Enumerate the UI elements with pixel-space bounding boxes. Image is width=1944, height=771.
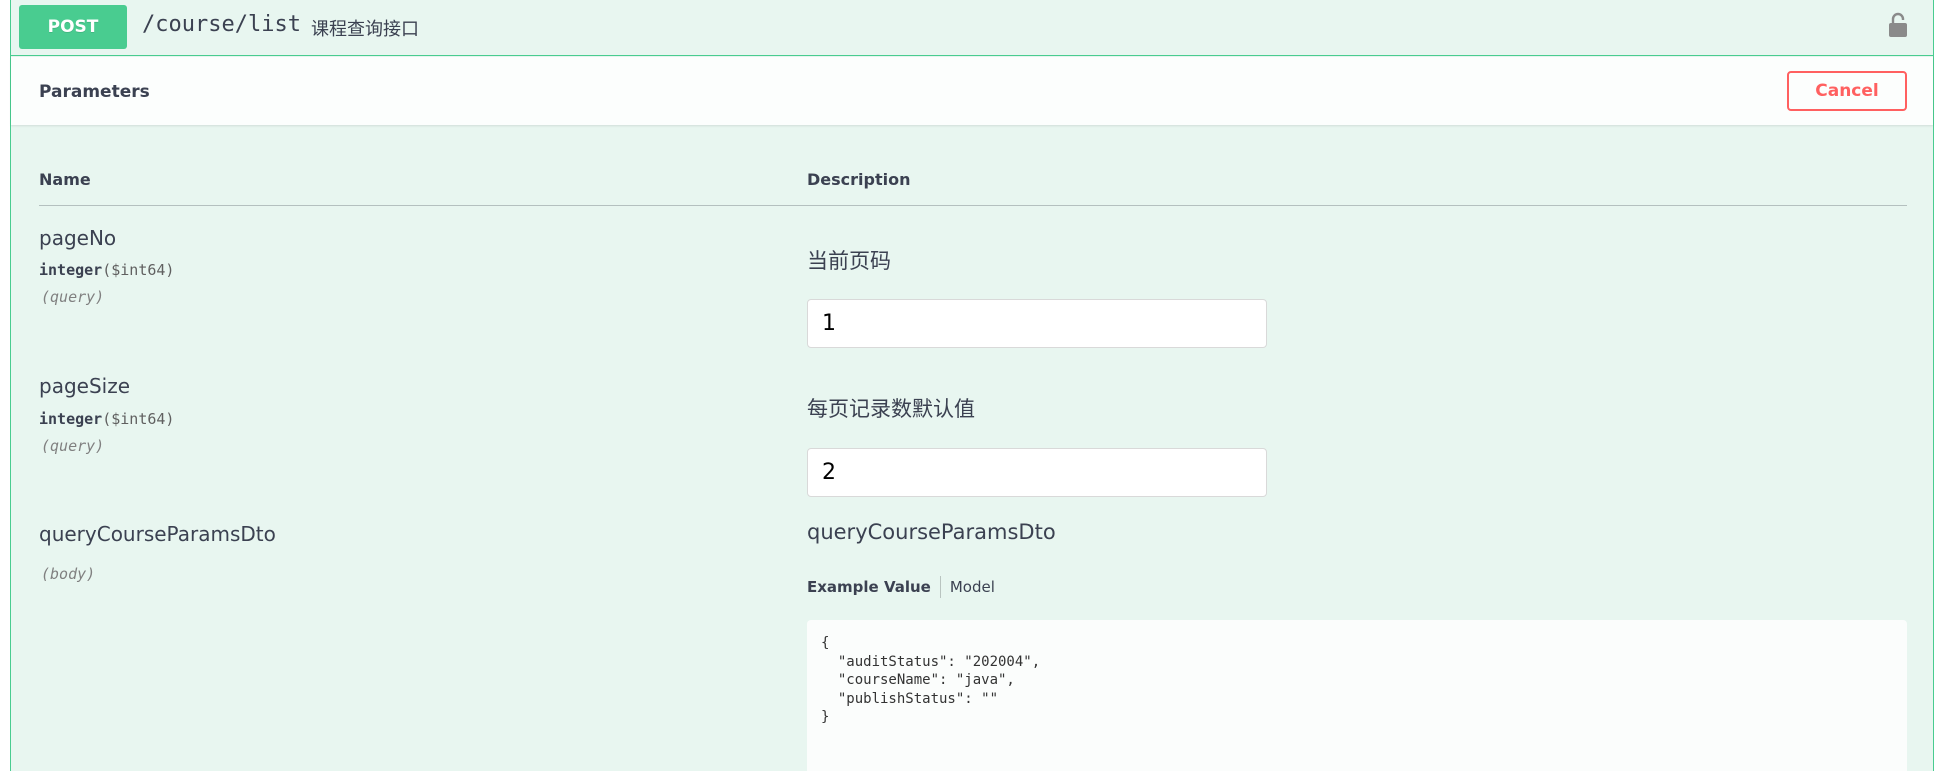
column-header-description: Description — [807, 170, 911, 189]
endpoint-path: /course/list — [142, 12, 301, 37]
param-name: pageNo — [39, 226, 117, 250]
param-location: (body) — [41, 565, 96, 583]
param-type: integer($int64) — [39, 410, 174, 428]
column-header-name: Name — [39, 170, 91, 189]
parameters-title: Parameters — [39, 82, 150, 102]
param-name: pageSize — [39, 374, 131, 398]
param-type-name: integer — [39, 410, 103, 428]
param-description: 每页记录数默认值 — [807, 397, 975, 421]
param-type-format: ($int64) — [102, 410, 175, 428]
operation-summary[interactable]: POST /course/list 课程查询接口 — [11, 0, 1933, 56]
endpoint-description: 课程查询接口 — [311, 19, 419, 40]
example-value-box[interactable]: { "auditStatus": "202004", "courseName":… — [807, 620, 1907, 771]
param-type-format: ($int64) — [102, 261, 175, 279]
tab-model[interactable]: Model — [941, 578, 995, 596]
operation-block: POST /course/list 课程查询接口 Parameters Canc… — [10, 0, 1934, 771]
param-type-name: integer — [39, 261, 103, 279]
pageNo-input[interactable] — [807, 299, 1267, 348]
example-value-code: { "auditStatus": "202004", "courseName":… — [821, 635, 1041, 725]
param-location: (query) — [41, 288, 105, 306]
param-description: 当前页码 — [807, 249, 891, 273]
param-type: integer($int64) — [39, 261, 174, 279]
method-badge: POST — [19, 5, 127, 49]
parameters-header: Parameters Cancel — [11, 57, 1933, 125]
lock-icon[interactable] — [1887, 12, 1909, 38]
param-location: (query) — [41, 437, 105, 455]
cancel-button[interactable]: Cancel — [1787, 71, 1907, 111]
param-name: queryCourseParamsDto — [39, 522, 276, 546]
param-description: queryCourseParamsDto — [807, 520, 1056, 544]
pageSize-input[interactable] — [807, 448, 1267, 497]
tab-example-value[interactable]: Example Value — [807, 578, 940, 596]
header-divider — [39, 205, 1907, 206]
body-tabs: Example Value Model — [807, 576, 995, 598]
